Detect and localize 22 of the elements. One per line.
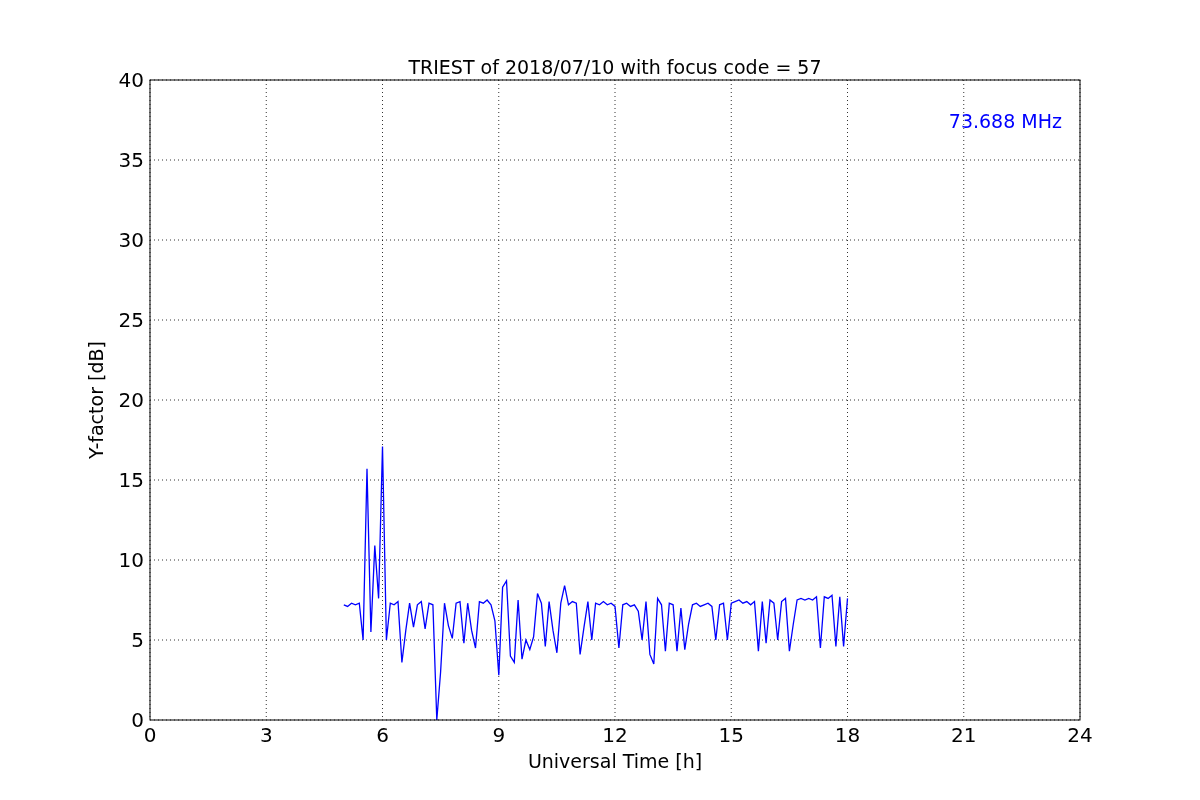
tick-label: 15 bbox=[118, 468, 144, 492]
chart-title: TRIEST of 2018/07/10 with focus code = 57 bbox=[408, 56, 822, 78]
frequency-label: 73.688 MHz bbox=[948, 110, 1062, 132]
tick-label: 18 bbox=[834, 723, 861, 747]
tick-label: 30 bbox=[118, 228, 144, 252]
tick-label: 25 bbox=[118, 308, 144, 332]
tick-label: 0 bbox=[131, 708, 144, 732]
y-axis-label: Y-factor [dB] bbox=[85, 341, 107, 459]
tick-label: 35 bbox=[118, 148, 144, 172]
tick-label: 5 bbox=[131, 628, 144, 652]
tick-label: 20 bbox=[118, 388, 144, 412]
tick-label: 10 bbox=[118, 548, 144, 572]
tick-label: 12 bbox=[602, 723, 628, 747]
tick-label: 9 bbox=[492, 723, 506, 747]
tick-label: 40 bbox=[118, 68, 144, 92]
x-axis-label: Universal Time [h] bbox=[527, 750, 703, 772]
tick-label: 24 bbox=[1067, 723, 1093, 747]
tick-label: 3 bbox=[259, 723, 273, 747]
tick-label: 15 bbox=[718, 723, 744, 747]
tick-label: 0 bbox=[143, 723, 157, 747]
tick-label: 6 bbox=[376, 723, 389, 747]
tick-label: 21 bbox=[951, 723, 977, 747]
